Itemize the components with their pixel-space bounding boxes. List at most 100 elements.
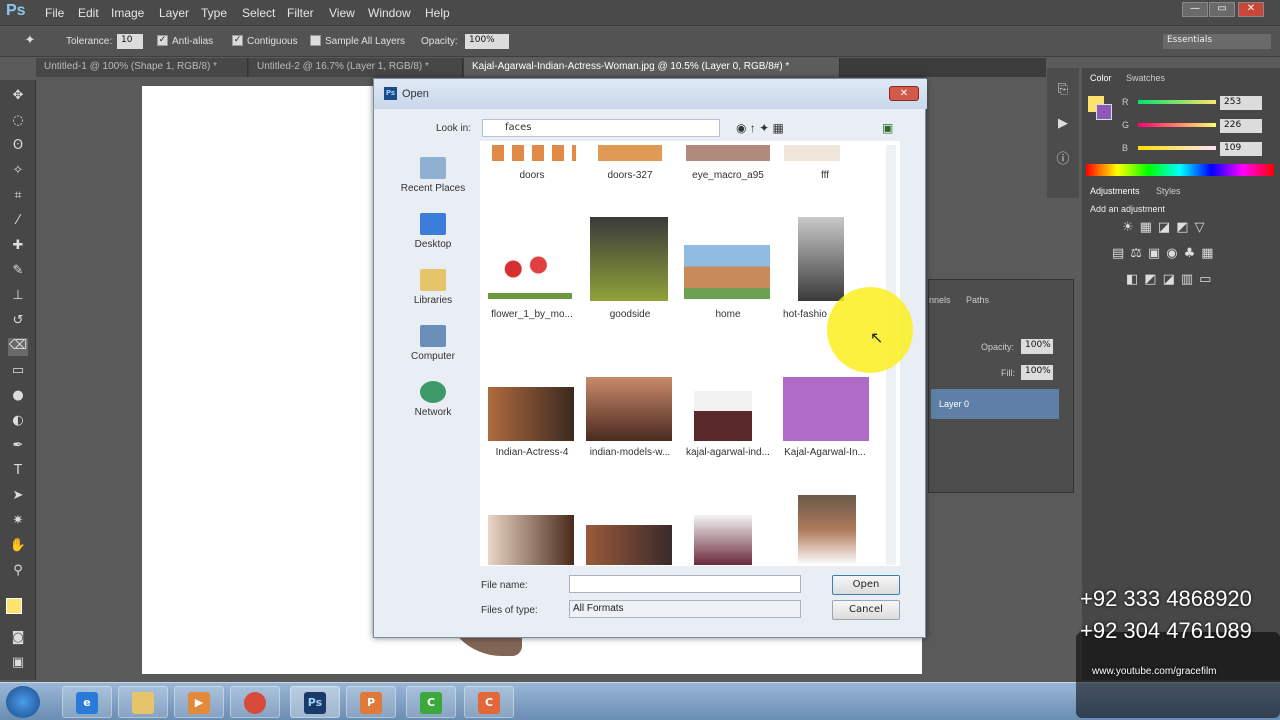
place-network[interactable]: Network xyxy=(388,381,478,418)
r-value[interactable]: 253 xyxy=(1220,96,1262,110)
magic-wand-preset-icon[interactable]: ✦ xyxy=(20,33,40,51)
place-computer[interactable]: Computer xyxy=(388,325,478,362)
path-select-icon[interactable]: ➤ xyxy=(8,488,28,506)
dialog-close-button[interactable]: ✕ xyxy=(889,86,919,101)
tab-paths[interactable]: Paths xyxy=(966,295,989,305)
start-button[interactable] xyxy=(6,686,40,718)
blur-tool-icon[interactable]: ● xyxy=(8,388,28,406)
g-slider[interactable] xyxy=(1138,123,1216,127)
menu-file[interactable]: File xyxy=(45,6,64,20)
layer-fill-input[interactable]: 100% xyxy=(1021,365,1053,380)
type-tool-icon[interactable]: T xyxy=(8,463,28,481)
minimize-button[interactable]: — xyxy=(1182,2,1208,17)
pen-tool-icon[interactable]: ✒ xyxy=(8,438,28,456)
close-app-button[interactable]: ✕ xyxy=(1238,2,1264,17)
task-media[interactable]: ▶ xyxy=(174,686,224,718)
thumb-home[interactable] xyxy=(684,245,770,299)
b-value[interactable]: 109 xyxy=(1220,142,1262,156)
tab-untitled-2[interactable]: Untitled-2 @ 16.7% (Layer 1, RGB/8) * xyxy=(249,58,463,77)
menu-edit[interactable]: Edit xyxy=(78,6,99,20)
task-camtasia-green[interactable]: C xyxy=(406,686,456,718)
task-camtasia-orange[interactable]: C xyxy=(464,686,514,718)
layer-opacity-input[interactable]: 100% xyxy=(1021,339,1053,354)
thumb-row4-3[interactable] xyxy=(694,515,752,565)
menu-type[interactable]: Type xyxy=(201,6,227,20)
thumb-flower[interactable] xyxy=(488,253,572,299)
look-in-select[interactable]: faces xyxy=(482,119,720,137)
move-tool-icon[interactable]: ✥ xyxy=(8,88,28,106)
tab-channels[interactable]: nnels xyxy=(929,295,951,305)
tab-swatches[interactable]: Swatches xyxy=(1126,73,1165,83)
thumb-fff[interactable] xyxy=(784,145,840,161)
menu-window[interactable]: Window xyxy=(368,6,411,20)
task-explorer[interactable] xyxy=(118,686,168,718)
quick-mask-icon[interactable]: ◙ xyxy=(8,630,28,648)
marquee-tool-icon[interactable]: ◌ xyxy=(8,113,28,131)
layer-row-layer0[interactable]: Layer 0 xyxy=(931,389,1059,419)
place-desktop[interactable]: Desktop xyxy=(388,213,478,250)
thumb-kajal-agarwal-ind[interactable] xyxy=(694,391,752,441)
stamp-tool-icon[interactable]: ⊥ xyxy=(8,288,28,306)
menu-filter[interactable]: Filter xyxy=(287,6,314,20)
eraser-tool-icon[interactable]: ⌫ xyxy=(8,338,28,356)
color-spectrum-bar[interactable] xyxy=(1086,164,1274,176)
thumb-kajal-agarwal-in[interactable] xyxy=(783,377,869,441)
crop-tool-icon[interactable]: ⌗ xyxy=(8,188,28,206)
adjustment-icons-row1[interactable]: ☀▦◪◩▽ xyxy=(1122,220,1232,238)
thumb-row4-1[interactable] xyxy=(488,515,574,565)
lasso-tool-icon[interactable]: ʘ xyxy=(8,138,28,156)
place-libraries[interactable]: Libraries xyxy=(388,269,478,306)
tab-adjustments[interactable]: Adjustments xyxy=(1090,186,1140,196)
open-button[interactable]: Open xyxy=(832,575,900,595)
thumb-goodside[interactable] xyxy=(590,217,668,301)
nav-toolbar-icons[interactable]: ◉ ↑ ✦ ▦ xyxy=(736,121,784,135)
menu-help[interactable]: Help xyxy=(425,6,450,20)
thumb-doors-327[interactable] xyxy=(598,145,662,161)
task-chrome[interactable] xyxy=(230,686,280,718)
info-panel-icon[interactable]: ⓘ xyxy=(1053,148,1073,167)
thumb-indian-actress-4[interactable] xyxy=(488,387,574,441)
tab-styles[interactable]: Styles xyxy=(1156,186,1181,196)
menu-select[interactable]: Select xyxy=(242,6,275,20)
adjustment-icons-row3[interactable]: ◧◩◪▥▭ xyxy=(1126,272,1236,290)
b-slider[interactable] xyxy=(1138,146,1216,150)
panel-background-swatch[interactable] xyxy=(1096,104,1112,120)
tab-kajal-agarwal[interactable]: Kajal-Agarwal-Indian-Actress-Woman.jpg @… xyxy=(464,58,840,77)
thumb-row4-4[interactable] xyxy=(798,495,856,565)
thumb-hot-fashion[interactable] xyxy=(798,217,844,301)
eyedropper-icon[interactable]: ⁄ xyxy=(8,213,28,231)
files-of-type-select[interactable]: All Formats xyxy=(569,600,801,618)
r-slider[interactable] xyxy=(1138,100,1216,104)
gradient-tool-icon[interactable]: ▭ xyxy=(8,363,28,381)
opacity-input[interactable]: 100% xyxy=(465,34,509,49)
tolerance-input[interactable]: 10 xyxy=(117,34,143,49)
task-powerpoint[interactable]: P xyxy=(346,686,396,718)
tab-color[interactable]: Color xyxy=(1090,73,1112,83)
history-panel-icon[interactable]: ⎘ xyxy=(1053,82,1073,100)
thumb-eye-macro[interactable] xyxy=(686,145,770,161)
antialias-checkbox[interactable]: ✓ xyxy=(157,35,168,46)
menu-view[interactable]: View xyxy=(329,6,355,20)
screen-mode-icon[interactable]: ▣ xyxy=(8,655,28,673)
sample-all-checkbox[interactable] xyxy=(310,35,321,46)
task-ie[interactable]: e xyxy=(62,686,112,718)
foreground-color-swatch[interactable] xyxy=(6,598,22,614)
contiguous-checkbox[interactable]: ✓ xyxy=(232,35,243,46)
shape-tool-icon[interactable]: ✷ xyxy=(8,513,28,531)
actions-panel-icon[interactable]: ▶ xyxy=(1053,116,1073,134)
zoom-tool-icon[interactable]: ⚲ xyxy=(8,563,28,581)
task-photoshop[interactable]: Ps xyxy=(290,686,340,718)
file-name-input[interactable] xyxy=(569,575,801,593)
menu-layer[interactable]: Layer xyxy=(159,6,189,20)
new-folder-icon[interactable]: ▣ xyxy=(882,121,893,135)
quick-select-icon[interactable]: ✧ xyxy=(8,163,28,181)
thumb-doors[interactable] xyxy=(492,145,576,161)
adjustment-icons-row2[interactable]: ▤⚖▣◉♣▦ xyxy=(1112,246,1242,264)
dodge-tool-icon[interactable]: ◐ xyxy=(8,413,28,431)
g-value[interactable]: 226 xyxy=(1220,119,1262,133)
workspace-select[interactable]: Essentials xyxy=(1163,34,1271,49)
menu-image[interactable]: Image xyxy=(111,6,144,20)
hand-tool-icon[interactable]: ✋ xyxy=(8,538,28,556)
thumb-row4-2[interactable] xyxy=(586,525,672,565)
brush-tool-icon[interactable]: ✎ xyxy=(8,263,28,281)
